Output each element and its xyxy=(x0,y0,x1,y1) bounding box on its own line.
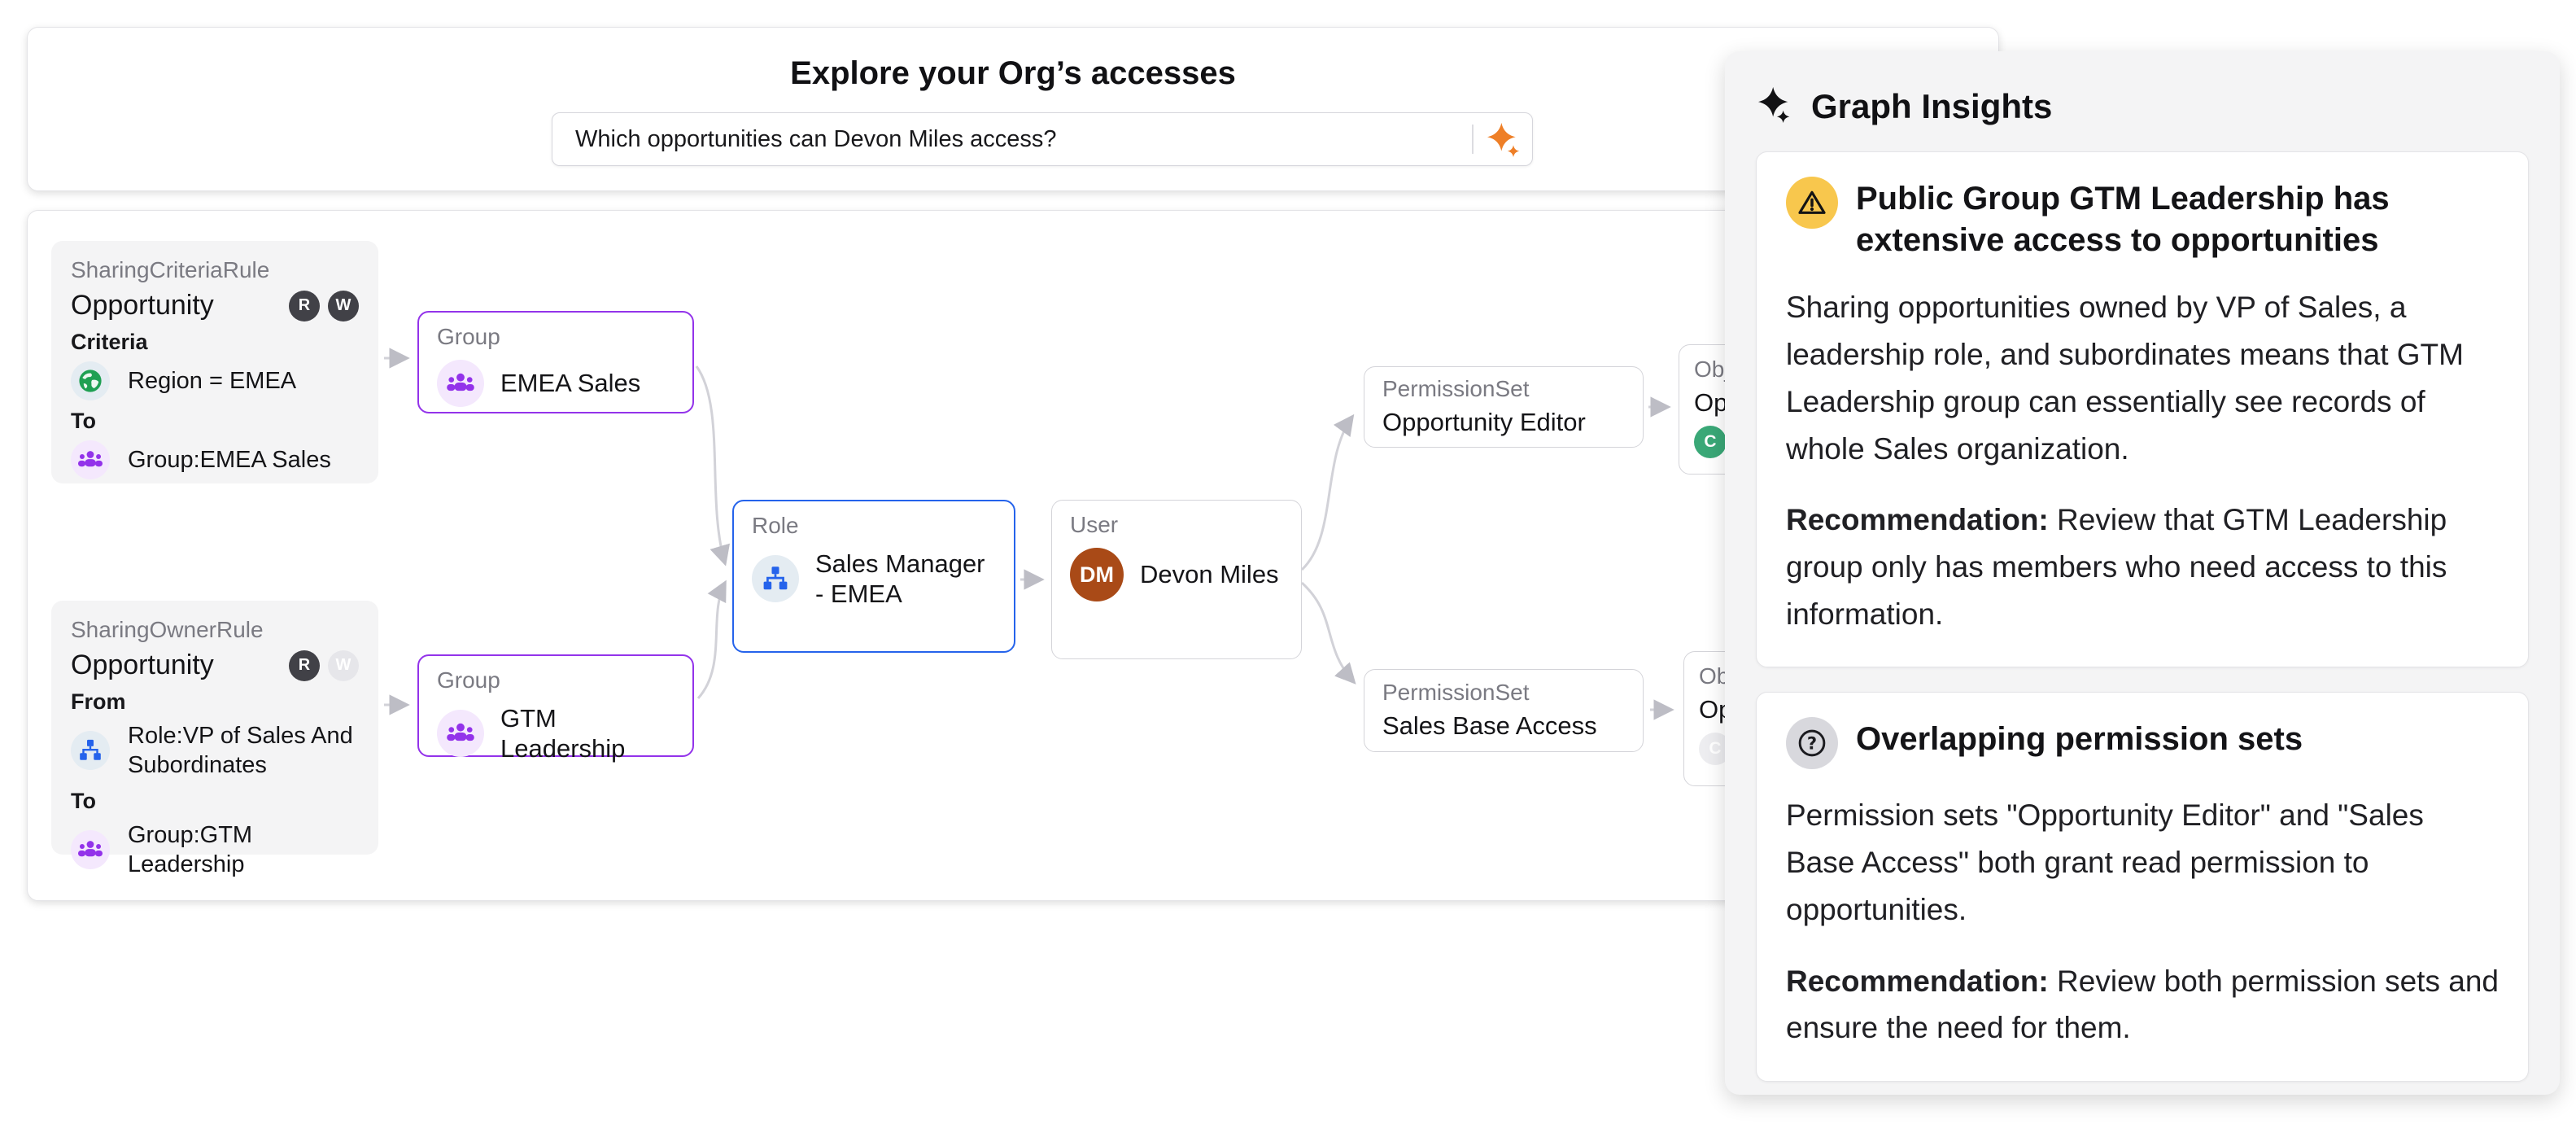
group-node-gtm-leadership[interactable]: Group GTM Leadership xyxy=(417,654,694,757)
search-input[interactable] xyxy=(552,126,1464,153)
insights-title: Graph Insights xyxy=(1811,87,2052,126)
insight-body-line: Sharing opportunities owned by VP of Sal… xyxy=(1786,284,2499,378)
node-name: Opportunity Editor xyxy=(1382,407,1625,437)
from-value: Role:VP of Sales And Subordinates xyxy=(128,721,356,781)
node-name: EMEA Sales xyxy=(500,368,640,398)
recommendation-label: Recommendation: xyxy=(1786,964,2049,998)
node-type-label: PermissionSet xyxy=(1382,376,1625,402)
header-card: Explore your Org’s accesses xyxy=(27,27,1999,191)
group-node-emea-sales[interactable]: Group EMEA Sales xyxy=(417,311,694,413)
criteria-value: Region = EMEA xyxy=(128,366,296,396)
role-hierarchy-icon xyxy=(71,731,110,770)
rule-object-name: Opportunity xyxy=(71,290,214,321)
permission-set-node-opportunity-editor[interactable]: PermissionSet Opportunity Editor xyxy=(1364,366,1644,448)
insight-title: Overlapping permission sets xyxy=(1856,719,2303,760)
group-icon xyxy=(71,830,110,869)
write-badge: W xyxy=(328,291,359,321)
user-node-devon-miles[interactable]: User DM Devon Miles xyxy=(1051,500,1302,659)
globe-icon xyxy=(71,361,110,400)
search-divider xyxy=(1472,125,1474,154)
insight-body-line: Permission sets "Opportunity Editor" and… xyxy=(1786,792,2499,933)
graph-insights-panel: Graph Insights Public Group GTM Leadersh… xyxy=(1725,51,2560,1095)
group-icon xyxy=(437,360,484,407)
node-name: Devon Miles xyxy=(1140,559,1279,589)
sharing-owner-rule-node[interactable]: SharingOwnerRule Opportunity R W From Ro… xyxy=(51,601,378,855)
node-name: Sales Base Access xyxy=(1382,711,1625,741)
to-label: To xyxy=(71,789,359,814)
from-label: From xyxy=(71,689,359,715)
crud-create-badge: C xyxy=(1694,426,1727,458)
node-type-label: Role xyxy=(752,513,996,539)
svg-text:?: ? xyxy=(1807,733,1817,754)
criteria-label: Criteria xyxy=(71,330,359,355)
insight-body-line: Leadership group can essentially see rec… xyxy=(1786,378,2499,472)
read-badge: R xyxy=(289,291,320,321)
rule-object-name: Opportunity xyxy=(71,650,214,681)
node-type-label: SharingOwnerRule xyxy=(71,617,359,643)
node-type-label: Group xyxy=(437,667,675,693)
node-type-label: PermissionSet xyxy=(1382,680,1625,706)
insight-recommendation: Recommendation: Review both permission s… xyxy=(1786,958,2499,1052)
ai-sparkle-icon[interactable] xyxy=(1487,121,1522,157)
insight-title: Public Group GTM Leadership has extensiv… xyxy=(1856,178,2499,261)
node-type-label: SharingCriteriaRule xyxy=(71,257,359,283)
warning-icon xyxy=(1786,177,1838,229)
app-root: Explore your Org’s accesses xyxy=(0,0,2576,1146)
insight-body: Permission sets "Opportunity Editor" and… xyxy=(1786,792,2499,933)
page-title: Explore your Org’s accesses xyxy=(28,55,1998,92)
group-icon xyxy=(71,440,110,479)
insight-card-gtm-leadership: Public Group GTM Leadership has extensiv… xyxy=(1756,151,2529,667)
sharing-criteria-rule-node[interactable]: SharingCriteriaRule Opportunity R W Crit… xyxy=(51,241,378,483)
node-name: Sales Manager - EMEA xyxy=(815,549,994,609)
read-badge: R xyxy=(289,650,320,681)
to-label: To xyxy=(71,409,359,434)
sparkle-icon xyxy=(1757,85,1795,127)
to-value: Group:GTM Leadership xyxy=(128,820,359,880)
write-badge: W xyxy=(328,650,359,681)
insight-recommendation: Recommendation: Review that GTM Leadersh… xyxy=(1786,496,2499,637)
user-avatar: DM xyxy=(1070,548,1124,601)
recommendation-label: Recommendation: xyxy=(1786,503,2049,536)
to-value: Group:EMEA Sales xyxy=(128,445,331,475)
role-hierarchy-icon xyxy=(752,555,799,602)
node-name: GTM Leadership xyxy=(500,703,675,763)
node-type-label: User xyxy=(1070,512,1283,538)
insight-body: Sharing opportunities owned by VP of Sal… xyxy=(1786,284,2499,472)
insight-card-overlapping-permission-sets: ? Overlapping permission sets Permission… xyxy=(1756,692,2529,1082)
role-node-sales-manager-emea[interactable]: Role Sales Manager - EMEA xyxy=(732,500,1015,653)
question-icon: ? xyxy=(1786,717,1838,769)
search-box[interactable] xyxy=(552,112,1533,166)
group-icon xyxy=(437,710,484,757)
permission-set-node-sales-base-access[interactable]: PermissionSet Sales Base Access xyxy=(1364,669,1644,752)
node-type-label: Group xyxy=(437,324,675,350)
